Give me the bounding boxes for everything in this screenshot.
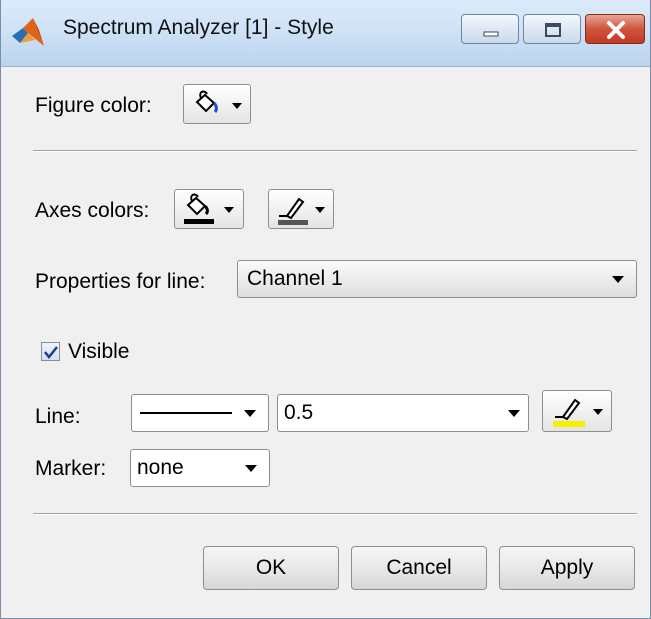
chevron-down-icon <box>245 465 257 472</box>
figure-color-label: Figure color: <box>35 94 152 117</box>
marker-dropdown[interactable]: none <box>130 449 270 487</box>
chevron-down-icon <box>244 410 256 417</box>
axes-background-color-button[interactable] <box>174 189 244 229</box>
chevron-down-icon <box>612 276 624 283</box>
checkmark-icon <box>44 346 58 360</box>
maximize-icon <box>545 23 561 37</box>
chevron-down-icon <box>508 410 520 417</box>
axes-line-color-button[interactable] <box>268 189 334 229</box>
maximize-button[interactable] <box>523 14 581 44</box>
marker-label: Marker: <box>35 457 107 480</box>
close-button[interactable] <box>585 14 645 44</box>
properties-for-line-label: Properties for line: <box>35 270 206 293</box>
close-icon <box>607 21 625 39</box>
marker-value: none <box>137 456 184 479</box>
visible-label[interactable]: Visible <box>68 340 129 364</box>
paint-bucket-icon <box>195 90 242 114</box>
separator-top <box>33 150 637 152</box>
visible-checkbox[interactable] <box>41 342 60 361</box>
line-label: Line: <box>35 405 81 428</box>
style-dialog: Spectrum Analyzer [1] - Style Figure col… <box>0 0 651 619</box>
solid-line-swatch <box>140 412 232 414</box>
pen-icon <box>278 197 325 225</box>
line-selector-dropdown[interactable]: Channel 1 <box>237 260 637 298</box>
line-width-dropdown[interactable]: 0.5 <box>277 394 529 432</box>
window-title: Spectrum Analyzer [1] - Style <box>63 16 334 39</box>
axes-colors-label: Axes colors: <box>35 199 150 222</box>
line-selector-value: Channel 1 <box>247 267 343 290</box>
cancel-button[interactable]: Cancel <box>351 546 487 590</box>
matlab-logo-icon <box>12 18 44 46</box>
line-width-value: 0.5 <box>284 401 314 424</box>
line-style-dropdown[interactable] <box>131 394 269 432</box>
apply-button[interactable]: Apply <box>499 546 635 590</box>
paint-bucket-icon <box>184 193 234 224</box>
minimize-button[interactable] <box>461 14 519 44</box>
line-color-button[interactable] <box>542 390 612 432</box>
title-bar[interactable]: Spectrum Analyzer [1] - Style <box>1 0 650 67</box>
figure-color-button[interactable] <box>183 84 251 124</box>
minimize-icon <box>483 31 499 37</box>
pen-icon <box>553 398 603 427</box>
ok-button[interactable]: OK <box>203 546 339 590</box>
separator-bottom <box>33 513 637 515</box>
